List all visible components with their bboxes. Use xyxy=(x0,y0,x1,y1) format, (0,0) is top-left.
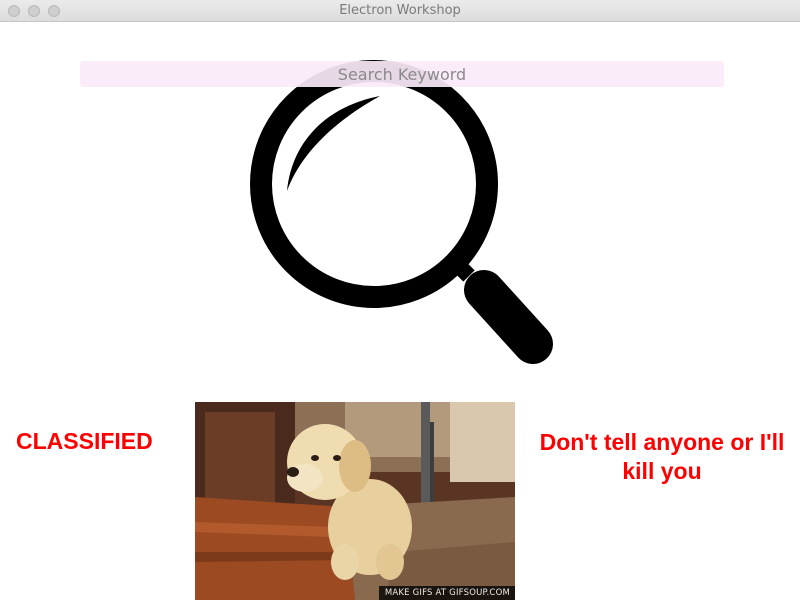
puppy-gif-image: MAKE GIFS AT GIFSOUP.COM xyxy=(195,402,515,600)
window-title: Electron Workshop xyxy=(339,3,461,18)
magnifying-glass-icon xyxy=(240,50,560,370)
search-input[interactable] xyxy=(80,61,724,87)
warning-message: Don't tell anyone or I'll kill you xyxy=(539,429,785,484)
app-window: Electron Workshop CLASSIFIED xyxy=(0,0,800,600)
title-bar[interactable]: Electron Workshop xyxy=(0,0,800,22)
gif-watermark: MAKE GIFS AT GIFSOUP.COM xyxy=(378,586,515,600)
classified-label: CLASSIFIED xyxy=(16,428,153,454)
